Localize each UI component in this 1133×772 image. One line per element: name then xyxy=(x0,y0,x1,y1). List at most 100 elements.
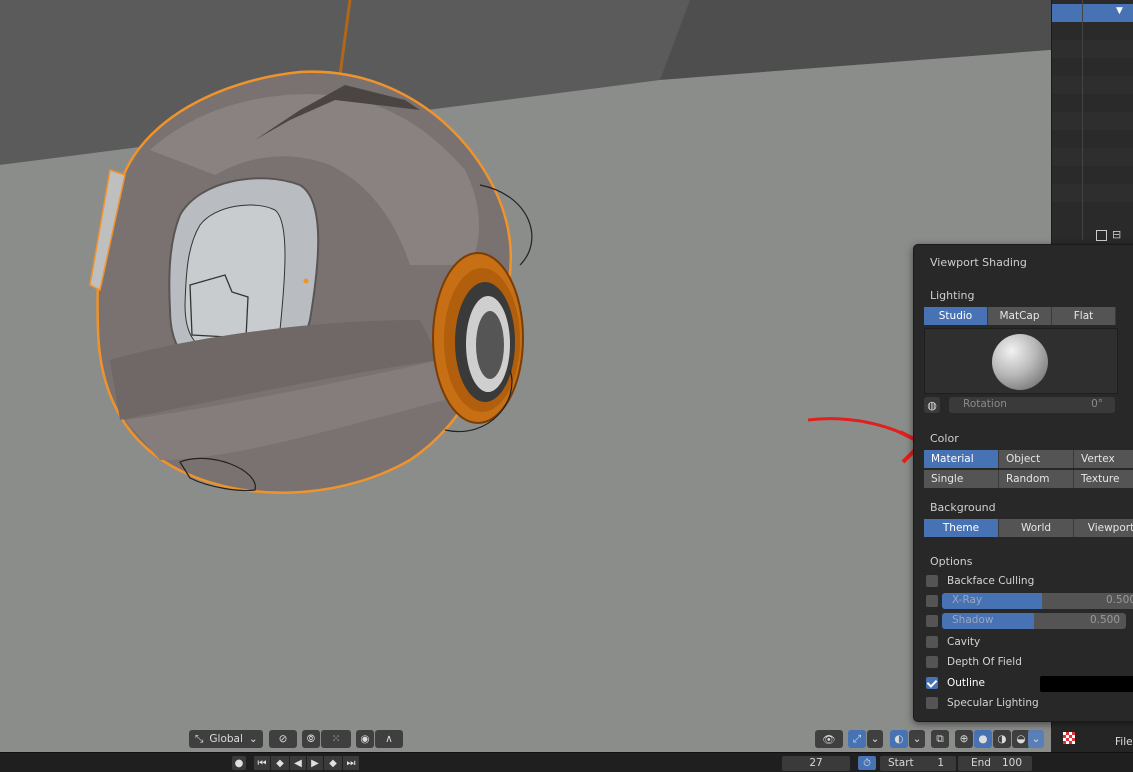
list-item[interactable] xyxy=(1052,76,1133,94)
shadow-slider[interactable]: Shadow 0.500 xyxy=(942,613,1126,629)
pivot-icon: ⊘ xyxy=(278,733,288,745)
backface-culling-option[interactable]: Backface Culling xyxy=(926,573,1034,589)
record-button[interactable]: ● xyxy=(232,756,246,770)
outliner-selected-row[interactable]: ▼ xyxy=(1052,4,1133,22)
xray-value: 0.500 xyxy=(1105,594,1133,606)
material-shading-button[interactable]: ◑ xyxy=(993,730,1011,748)
overlays-icon: ◐ xyxy=(894,733,904,745)
shadow-value: 0.500 xyxy=(1089,614,1120,626)
expand-arrow-icon: ▼ xyxy=(1116,6,1123,16)
solid-sphere-icon: ● xyxy=(978,733,988,745)
depth-of-field-checkbox[interactable] xyxy=(926,656,938,668)
backface-culling-label: Backface Culling xyxy=(947,575,1035,587)
pivot-point-button[interactable]: ⊘ xyxy=(269,730,297,748)
lighting-matcap-button[interactable]: MatCap xyxy=(988,307,1052,325)
color-texture-button[interactable]: Texture xyxy=(1074,470,1133,488)
options-heading: Options xyxy=(930,555,973,568)
xray-label: X-Ray xyxy=(952,594,983,606)
cavity-checkbox[interactable] xyxy=(926,636,938,648)
backface-culling-checkbox[interactable] xyxy=(926,575,938,587)
overlays-dropdown[interactable]: ⌄ xyxy=(909,730,925,748)
magnet-icon: ⦾ xyxy=(306,732,316,745)
material-sphere-icon: ◑ xyxy=(997,733,1007,745)
outline-option[interactable]: Outline xyxy=(926,675,985,691)
world-space-toggle[interactable]: ◍ xyxy=(924,397,940,413)
file-menu[interactable]: File xyxy=(1115,736,1133,748)
xray-toggle[interactable]: ⧉ xyxy=(931,730,949,748)
xray-checkbox[interactable] xyxy=(926,595,938,607)
start-value: 1 xyxy=(937,757,944,769)
color-material-button[interactable]: Material xyxy=(924,450,999,468)
chevron-down-icon: ⌄ xyxy=(912,733,922,745)
background-viewport-button[interactable]: Viewport xyxy=(1074,519,1133,537)
file-browser-header: File xyxy=(1051,728,1133,752)
end-label: End xyxy=(971,757,991,769)
end-frame-field[interactable]: End 100 xyxy=(958,756,1032,771)
studio-light-preview[interactable] xyxy=(924,328,1118,394)
specular-lighting-label: Specular Lighting xyxy=(947,697,1039,709)
prev-keyframe-icon: ◆ xyxy=(276,757,284,769)
wireframe-shading-button[interactable]: ⊕ xyxy=(955,730,973,748)
circle-dot-icon: ◉ xyxy=(360,733,370,745)
solid-shading-button[interactable]: ● xyxy=(974,730,992,748)
lighting-studio-button[interactable]: Studio xyxy=(924,307,988,325)
visibility-dropdown[interactable]: 👁 xyxy=(815,730,843,748)
rotation-label: Rotation xyxy=(963,398,1007,410)
gizmo-toggle[interactable]: ⤢ xyxy=(848,730,866,748)
depth-of-field-label: Depth Of Field xyxy=(947,656,1022,668)
lighting-flat-button[interactable]: Flat xyxy=(1052,307,1116,325)
gizmo-dropdown[interactable]: ⌄ xyxy=(867,730,883,748)
list-item[interactable] xyxy=(1052,40,1133,58)
proportional-edit-toggle[interactable]: ◉ xyxy=(356,730,374,748)
current-frame-field[interactable]: 27 xyxy=(782,756,850,771)
overlays-toggle[interactable]: ◐ xyxy=(890,730,908,748)
background-world-button[interactable]: World xyxy=(999,519,1074,537)
end-value: 100 xyxy=(1001,757,1022,769)
depth-of-field-option[interactable]: Depth Of Field xyxy=(926,654,1022,670)
snap-toggle[interactable]: ⦾ xyxy=(302,730,320,748)
snap-target-dropdown[interactable]: ⁙ xyxy=(321,730,351,748)
xray-slider[interactable]: X-Ray 0.500 xyxy=(942,593,1133,609)
list-item[interactable] xyxy=(1052,112,1133,130)
jump-start-icon: ⏮ xyxy=(257,757,267,769)
falloff-dropdown[interactable]: ∧ xyxy=(375,730,403,748)
list-item[interactable] xyxy=(1052,148,1133,166)
xray-icon: ⧉ xyxy=(936,732,944,745)
rotation-field[interactable]: Rotation 0° xyxy=(949,397,1115,413)
jump-end-button[interactable]: ⏭ xyxy=(343,756,359,770)
shadow-checkbox[interactable] xyxy=(926,615,938,627)
color-object-button[interactable]: Object xyxy=(999,450,1074,468)
viewport-shading-popover: Viewport Shading Lighting Studio MatCap … xyxy=(913,244,1133,722)
start-frame-field[interactable]: Start 1 xyxy=(880,756,956,771)
transform-orientation-dropdown[interactable]: ⤡ Global ⌄ xyxy=(189,730,263,748)
outline-color-swatch[interactable] xyxy=(1040,676,1133,692)
next-keyframe-icon: ◆ xyxy=(329,757,337,769)
color-row-2: Single Random Texture xyxy=(924,470,1133,488)
specular-lighting-checkbox[interactable] xyxy=(926,697,938,709)
color-single-button[interactable]: Single xyxy=(924,470,999,488)
jump-start-button[interactable]: ⏮ xyxy=(254,756,270,770)
color-row-1: Material Object Vertex xyxy=(924,450,1133,468)
orientation-icon: ⤡ xyxy=(195,732,204,745)
play-reverse-button[interactable]: ◀ xyxy=(290,756,306,770)
play-button[interactable]: ▶ xyxy=(307,756,323,770)
record-icon: ● xyxy=(234,757,244,769)
checkbox-icon[interactable] xyxy=(1096,230,1107,241)
color-random-button[interactable]: Random xyxy=(999,470,1074,488)
auto-keying-toggle[interactable]: ⏱ xyxy=(858,756,876,770)
collection-icon: ⊟ xyxy=(1112,228,1122,241)
color-vertex-button[interactable]: Vertex xyxy=(1074,450,1133,468)
chevron-down-icon: ⌄ xyxy=(248,733,258,745)
specular-lighting-option[interactable]: Specular Lighting xyxy=(926,695,1039,711)
background-theme-button[interactable]: Theme xyxy=(924,519,999,537)
tree-line xyxy=(1082,0,1083,240)
gizmo-icon: ⤢ xyxy=(852,732,862,745)
list-item[interactable] xyxy=(1052,184,1133,202)
shading-options-dropdown[interactable]: ⌄ xyxy=(1028,730,1044,748)
play-reverse-icon: ◀ xyxy=(294,757,302,769)
next-keyframe-button[interactable]: ◆ xyxy=(324,756,342,770)
prev-keyframe-button[interactable]: ◆ xyxy=(271,756,289,770)
cavity-option[interactable]: Cavity xyxy=(926,634,980,650)
outline-checkbox[interactable] xyxy=(926,677,938,689)
checker-texture-icon xyxy=(1063,732,1075,744)
